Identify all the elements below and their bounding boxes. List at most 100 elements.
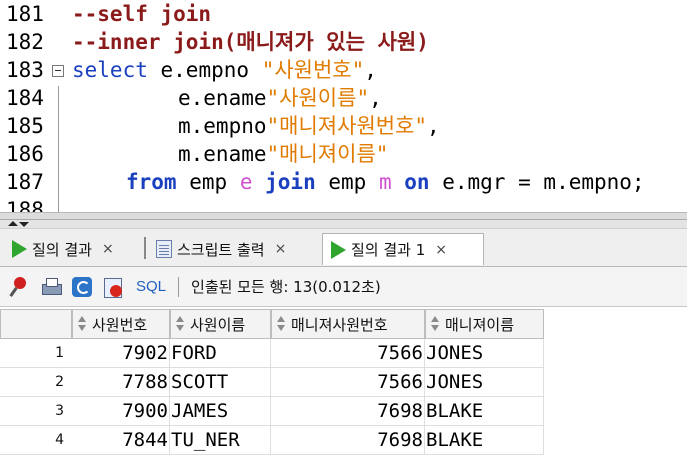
play-icon (331, 240, 346, 259)
cell-empno[interactable]: 7902 (72, 339, 170, 368)
code-text: from emp e join emp m on e.mgr = m.empno… (126, 168, 645, 196)
expand-up-icon[interactable] (8, 221, 18, 226)
sort-icon[interactable] (75, 315, 89, 333)
cell-mgr-empno[interactable]: 7566 (271, 339, 425, 368)
column-header-label: 매니져이름 (445, 315, 515, 334)
keyword-from: from (126, 170, 177, 194)
sort-icon[interactable] (428, 315, 442, 333)
comma: , (364, 58, 377, 82)
sort-icon[interactable] (274, 315, 288, 333)
grid-header: 사원번호 사원이름 매니져사원번호 매니져이름 (0, 309, 687, 339)
table-row[interactable]: 4 7844 TU_NER 7698 BLAKE (0, 426, 687, 455)
column-header[interactable]: 매니져이름 (425, 309, 544, 339)
table-row[interactable]: 1 7902 FORD 7566 JONES (0, 339, 687, 368)
code-text: select e.empno "사원번호", (72, 56, 377, 84)
cell-empno[interactable]: 7844 (72, 426, 170, 455)
refresh-icon[interactable] (71, 276, 93, 298)
row-number: 1 (0, 339, 72, 368)
string-alias: "사원번호" (261, 58, 365, 82)
cell-ename[interactable]: FORD (170, 339, 271, 368)
row-number: 2 (0, 368, 72, 397)
results-toolbar: SQL 인출된 모든 행: 13(0.012초) (0, 267, 687, 307)
identifier: m.ename (178, 142, 267, 166)
table-row[interactable]: 2 7788 SCOTT 7566 JONES (0, 368, 687, 397)
results-grid[interactable]: 사원번호 사원이름 매니져사원번호 매니져이름 1 7902 FORD 7566… (0, 307, 687, 459)
identifier: m.empno (178, 114, 267, 138)
export-icon[interactable] (102, 276, 124, 298)
line-number: 187 (6, 170, 44, 194)
tab-script-output[interactable]: 스크립트 출력 × (148, 233, 320, 265)
results-tab-bar: 질의 결과 × 스크립트 출력 × 질의 결과 1 × (0, 229, 687, 267)
cell-mgr-empno[interactable]: 7698 (271, 397, 425, 426)
column-header-label: 매니져사원번호 (291, 315, 388, 334)
code-line[interactable]: 187 from emp e join emp m on e.mgr = m.e… (0, 168, 687, 196)
identifier: e.empno (160, 58, 250, 82)
column-header[interactable]: 사원이름 (170, 309, 271, 339)
script-icon (156, 240, 172, 258)
code-line[interactable]: 182 --inner join(매니져가 있는 사원) (0, 28, 687, 56)
row-number: 3 (0, 397, 72, 426)
table-row[interactable]: 3 7900 JAMES 7698 BLAKE (0, 397, 687, 426)
code-text: m.ename"매니져이름" (178, 140, 388, 168)
keyword-join: join (265, 170, 316, 194)
keyword-select: select (72, 58, 148, 82)
string-alias: "사원이름" (266, 86, 370, 110)
close-icon[interactable]: × (275, 241, 287, 257)
cell-ename[interactable]: JAMES (170, 397, 271, 426)
close-icon[interactable]: × (102, 241, 114, 257)
code-comment: --self join (72, 2, 212, 26)
cell-mgr-ename[interactable]: BLAKE (425, 397, 544, 426)
sql-button[interactable]: SQL (136, 278, 166, 295)
column-header[interactable]: 사원번호 (72, 309, 170, 339)
sort-icon[interactable] (173, 315, 187, 333)
code-line[interactable]: 181 --self join (0, 0, 687, 28)
sql-editor[interactable]: 181 --self join 182 --inner join(매니져가 있는… (0, 0, 687, 219)
comma: , (427, 114, 440, 138)
tab-query-result-1[interactable]: 질의 결과 1 × (322, 233, 484, 265)
code-text: m.empno"매니져사원번호", (178, 112, 440, 140)
code-line[interactable]: 186 m.ename"매니져이름" (0, 140, 687, 168)
cell-ename[interactable]: TU_NER (170, 426, 271, 455)
identifier: m.empno; (543, 170, 645, 194)
editor-scrollbar[interactable] (0, 212, 687, 219)
column-header[interactable]: 매니져사원번호 (271, 309, 425, 339)
tab-query-result[interactable]: 질의 결과 × (4, 233, 140, 265)
line-number: 186 (6, 142, 44, 166)
close-icon[interactable]: × (435, 242, 447, 258)
row-number-header (0, 309, 72, 339)
operator: = (518, 170, 531, 194)
code-line[interactable]: 183 select e.empno "사원번호", (0, 56, 687, 84)
identifier: e.ename (178, 86, 267, 110)
line-number: 183 (6, 58, 44, 82)
table-name: emp (189, 170, 228, 194)
table-alias: m (378, 170, 392, 194)
cell-ename[interactable]: SCOTT (170, 368, 271, 397)
cell-mgr-ename[interactable]: JONES (425, 339, 544, 368)
code-line[interactable]: 185 m.empno"매니져사원번호", (0, 112, 687, 140)
code-text: e.ename"사원이름", (178, 84, 382, 112)
tab-label: 질의 결과 1 (351, 241, 426, 259)
tab-label: 스크립트 출력 (177, 240, 265, 259)
cell-empno[interactable]: 7788 (72, 368, 170, 397)
line-number: 181 (6, 2, 44, 26)
string-alias: "매니져이름" (266, 142, 389, 166)
cell-mgr-empno[interactable]: 7566 (271, 368, 425, 397)
code-line[interactable]: 184 e.ename"사원이름", (0, 84, 687, 112)
cell-mgr-ename[interactable]: BLAKE (425, 426, 544, 455)
collapse-down-icon[interactable] (19, 222, 29, 227)
cell-mgr-empno[interactable]: 7698 (271, 426, 425, 455)
comma: , (369, 86, 382, 110)
print-icon[interactable] (40, 276, 62, 298)
fold-collapse-icon[interactable] (52, 65, 64, 77)
cell-mgr-ename[interactable]: JONES (425, 368, 544, 397)
fetch-status: 인출된 모든 행: 13(0.012초) (191, 278, 381, 296)
string-alias: "매니져사원번호" (266, 114, 428, 138)
identifier: e.mgr (442, 170, 506, 194)
column-header-label: 사원이름 (190, 315, 246, 334)
pane-splitter[interactable] (0, 219, 687, 229)
pin-icon[interactable] (9, 276, 31, 298)
cell-empno[interactable]: 7900 (72, 397, 170, 426)
line-number: 182 (6, 30, 44, 54)
table-name: emp (328, 170, 367, 194)
toolbar-separator (178, 276, 180, 297)
